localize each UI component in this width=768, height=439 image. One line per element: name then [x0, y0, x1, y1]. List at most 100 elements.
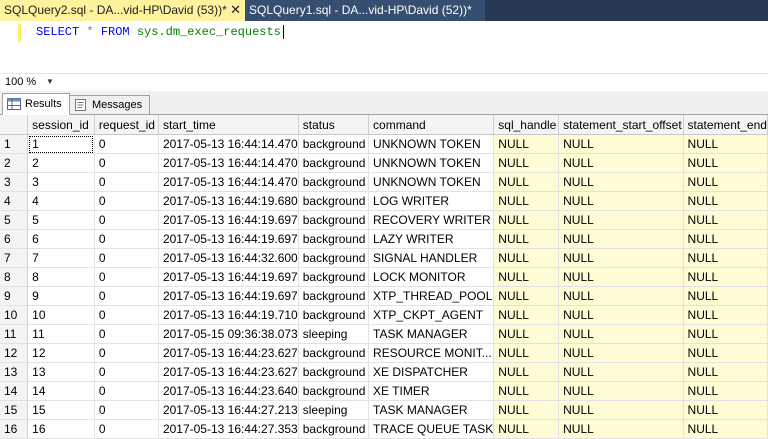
cell-status[interactable]: background: [298, 134, 370, 154]
row-number[interactable]: 3: [0, 172, 29, 192]
cell-status[interactable]: background: [298, 286, 370, 306]
cell-command[interactable]: RESOURCE MONIT...: [368, 343, 495, 363]
table-row[interactable]: 6 6 0 2017-05-13 16:44:19.697 background LAZY…: [0, 229, 768, 249]
cell-session-id[interactable]: 15: [27, 400, 95, 420]
column-header[interactable]: session_id: [27, 115, 95, 135]
cell-command[interactable]: XTP_THREAD_POOL: [368, 286, 495, 306]
table-row[interactable]: 9 9 0 2017-05-13 16:44:19.697 background XTP_…: [0, 286, 768, 306]
cell-request-id[interactable]: 0: [94, 381, 159, 401]
row-number[interactable]: 7: [0, 248, 29, 268]
row-number[interactable]: 10: [0, 305, 29, 325]
cell-status[interactable]: background: [298, 248, 370, 268]
cell-session-id[interactable]: 11: [27, 324, 95, 344]
column-header[interactable]: status: [298, 115, 370, 135]
row-number[interactable]: 4: [0, 191, 29, 211]
cell-start-time[interactable]: 2017-05-13 16:44:19.680: [158, 191, 299, 211]
cell-session-id[interactable]: 7: [27, 248, 95, 268]
cell-sql-handle[interactable]: NULL: [493, 191, 560, 211]
cell-sql-handle[interactable]: NULL: [493, 229, 560, 249]
row-number[interactable]: 6: [0, 229, 29, 249]
cell-session-id[interactable]: 2: [27, 153, 95, 173]
cell-statement-start-offset[interactable]: NULL: [558, 172, 684, 192]
cell-statement-end[interactable]: NULL: [683, 381, 768, 401]
cell-statement-end[interactable]: NULL: [683, 248, 768, 268]
cell-status[interactable]: background: [298, 153, 370, 173]
cell-sql-handle[interactable]: NULL: [493, 172, 560, 192]
cell-start-time[interactable]: 2017-05-13 16:44:32.600: [158, 248, 299, 268]
cell-statement-end[interactable]: NULL: [683, 229, 768, 249]
row-number[interactable]: 15: [0, 400, 29, 420]
cell-session-id[interactable]: 16: [27, 419, 95, 439]
cell-sql-handle[interactable]: NULL: [493, 210, 560, 230]
cell-statement-start-offset[interactable]: NULL: [558, 419, 684, 439]
cell-statement-start-offset[interactable]: NULL: [558, 248, 684, 268]
query-text[interactable]: SELECT * FROM sys.dm_exec_requests: [36, 25, 284, 39]
cell-statement-end[interactable]: NULL: [683, 191, 768, 211]
table-row[interactable]: 5 5 0 2017-05-13 16:44:19.697 background RECO…: [0, 210, 768, 230]
cell-statement-end[interactable]: NULL: [683, 134, 768, 154]
row-number[interactable]: 5: [0, 210, 29, 230]
cell-request-id[interactable]: 0: [94, 324, 159, 344]
cell-request-id[interactable]: 0: [94, 267, 159, 287]
chevron-down-icon[interactable]: ▼: [46, 75, 54, 89]
cell-status[interactable]: background: [298, 381, 370, 401]
cell-status[interactable]: sleeping: [298, 324, 370, 344]
cell-request-id[interactable]: 0: [94, 134, 159, 154]
cell-request-id[interactable]: 0: [94, 343, 159, 363]
cell-statement-start-offset[interactable]: NULL: [558, 324, 684, 344]
cell-status[interactable]: background: [298, 210, 370, 230]
cell-command[interactable]: XE DISPATCHER: [368, 362, 495, 382]
table-row[interactable]: 8 8 0 2017-05-13 16:44:19.697 background LOCK…: [0, 267, 768, 287]
cell-request-id[interactable]: 0: [94, 229, 159, 249]
cell-status[interactable]: sleeping: [298, 400, 370, 420]
cell-sql-handle[interactable]: NULL: [493, 305, 560, 325]
cell-statement-start-offset[interactable]: NULL: [558, 267, 684, 287]
cell-session-id[interactable]: 6: [27, 229, 95, 249]
cell-statement-start-offset[interactable]: NULL: [558, 153, 684, 173]
results-grid[interactable]: session_id request_id start_time status …: [0, 115, 768, 439]
cell-sql-handle[interactable]: NULL: [493, 134, 560, 154]
cell-request-id[interactable]: 0: [94, 153, 159, 173]
cell-command[interactable]: UNKNOWN TOKEN: [368, 172, 495, 192]
cell-statement-start-offset[interactable]: NULL: [558, 134, 684, 154]
cell-statement-start-offset[interactable]: NULL: [558, 286, 684, 306]
cell-session-id[interactable]: 4: [27, 191, 95, 211]
cell-request-id[interactable]: 0: [94, 191, 159, 211]
cell-command[interactable]: TRACE QUEUE TASK: [368, 419, 495, 439]
cell-command[interactable]: LOCK MONITOR: [368, 267, 495, 287]
table-row[interactable]: 2 2 0 2017-05-13 16:44:14.470 background UNKN…: [0, 153, 768, 173]
cell-status[interactable]: background: [298, 305, 370, 325]
cell-command[interactable]: LOG WRITER: [368, 191, 495, 211]
cell-command[interactable]: TASK MANAGER: [368, 400, 495, 420]
cell-statement-end[interactable]: NULL: [683, 172, 768, 192]
cell-session-id[interactable]: 8: [27, 267, 95, 287]
cell-request-id[interactable]: 0: [94, 419, 159, 439]
cell-request-id[interactable]: 0: [94, 286, 159, 306]
table-row[interactable]: 3 3 0 2017-05-13 16:44:14.470 background UNKN…: [0, 172, 768, 192]
cell-statement-start-offset[interactable]: NULL: [558, 305, 684, 325]
cell-start-time[interactable]: 2017-05-15 09:36:38.073: [158, 324, 299, 344]
cell-command[interactable]: UNKNOWN TOKEN: [368, 153, 495, 173]
cell-request-id[interactable]: 0: [94, 362, 159, 382]
row-number[interactable]: 14: [0, 381, 29, 401]
row-number[interactable]: 8: [0, 267, 29, 287]
cell-request-id[interactable]: 0: [94, 172, 159, 192]
cell-command[interactable]: TASK MANAGER: [368, 324, 495, 344]
cell-status[interactable]: background: [298, 172, 370, 192]
cell-status[interactable]: background: [298, 362, 370, 382]
cell-statement-start-offset[interactable]: NULL: [558, 191, 684, 211]
cell-start-time[interactable]: 2017-05-13 16:44:27.353: [158, 419, 299, 439]
tab-sqlquery2[interactable]: SQLQuery2.sql - DA...vid-HP\David (53))*…: [0, 0, 245, 21]
table-row[interactable]: 10 10 0 2017-05-13 16:44:19.710 background XT…: [0, 305, 768, 325]
cell-request-id[interactable]: 0: [94, 248, 159, 268]
cell-sql-handle[interactable]: NULL: [493, 400, 560, 420]
row-number[interactable]: 16: [0, 419, 29, 439]
cell-request-id[interactable]: 0: [94, 400, 159, 420]
cell-sql-handle[interactable]: NULL: [493, 343, 560, 363]
column-header[interactable]: start_time: [158, 115, 299, 135]
cell-statement-start-offset[interactable]: NULL: [558, 362, 684, 382]
cell-session-id[interactable]: 13: [27, 362, 95, 382]
cell-statement-start-offset[interactable]: NULL: [558, 400, 684, 420]
column-header[interactable]: request_id: [94, 115, 159, 135]
cell-statement-start-offset[interactable]: NULL: [558, 229, 684, 249]
